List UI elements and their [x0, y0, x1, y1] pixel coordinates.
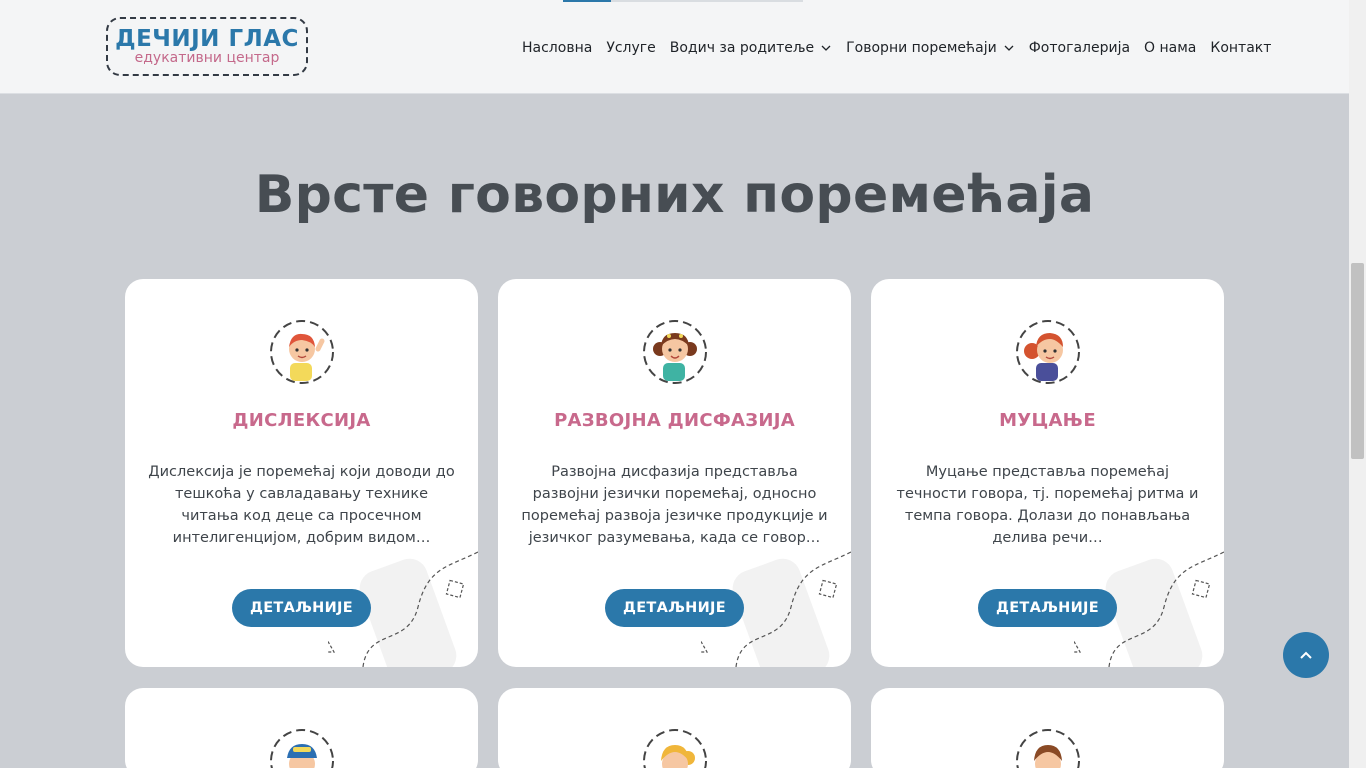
- scrollbar-thumb[interactable]: [1351, 263, 1364, 459]
- chevron-down-icon: [820, 42, 832, 54]
- girl-curly-icon: [642, 319, 708, 385]
- nav-contact[interactable]: Контакт: [1210, 38, 1271, 58]
- nav-services-label: Услуге: [606, 40, 656, 56]
- logo-subtitle: едукативни центар: [134, 50, 280, 66]
- details-button[interactable]: ДЕТАЉНИЈЕ: [232, 589, 371, 627]
- main-nav: Насловна Услуге Водич за родитеље Говорн…: [522, 38, 1271, 58]
- girl-blonde-icon: [642, 728, 708, 768]
- scroll-progress: [563, 0, 803, 2]
- boy-waving-icon: [269, 319, 335, 385]
- nav-home-label: Насловна: [522, 40, 593, 56]
- card-stuttering: МУЦАЊЕ Муцање представља поремећај течно…: [871, 279, 1224, 667]
- card-title: ДИСЛЕКСИЈА: [232, 410, 371, 431]
- card-title: МУЦАЊЕ: [999, 410, 1096, 431]
- nav-contact-label: Контакт: [1210, 40, 1272, 56]
- card-partial: [871, 688, 1224, 768]
- card-developmental-dysphasia: РАЗВОЈНА ДИСФАЗИЈА Развојна дисфазија пр…: [498, 279, 851, 667]
- nav-parents-guide[interactable]: Водич за родитеље: [670, 38, 832, 58]
- card-excerpt: Развојна дисфазија представља развојни ј…: [521, 464, 828, 546]
- card-excerpt: Дислексија је поремећај који доводи до т…: [148, 464, 455, 546]
- nav-gallery-label: Фотогалерија: [1028, 40, 1131, 56]
- nav-speech-disorders-label: Говорни поремећаји: [846, 40, 997, 56]
- nav-parents-guide-label: Водич за родитеље: [669, 40, 815, 56]
- boy-brown-hair-icon: [1015, 728, 1081, 768]
- nav-about[interactable]: О нама: [1144, 38, 1196, 58]
- nav-gallery[interactable]: Фотогалерија: [1029, 38, 1130, 58]
- girl-ponytail-icon: [1015, 319, 1081, 385]
- chevron-up-icon: [1300, 651, 1312, 659]
- nav-about-label: О нама: [1144, 40, 1197, 56]
- nav-home[interactable]: Насловна: [522, 38, 592, 58]
- card-excerpt: Муцање представља поремећај течности гов…: [896, 464, 1199, 546]
- nav-speech-disorders[interactable]: Говорни поремећаји: [846, 38, 1015, 58]
- card-dyslexia: ДИСЛЕКСИЈА Дислексија је поремећај који …: [125, 279, 478, 667]
- nav-services[interactable]: Услуге: [606, 38, 655, 58]
- logo-title: ДЕЧИЈИ ГЛАС: [115, 26, 299, 52]
- back-to-top-button[interactable]: [1283, 632, 1329, 678]
- card-partial: [125, 688, 478, 768]
- section-title: Врсте говорних поремећаја: [254, 165, 1095, 225]
- card-partial: [498, 688, 851, 768]
- boy-cap-icon: [269, 728, 335, 768]
- details-button[interactable]: ДЕТАЉНИЈЕ: [605, 589, 744, 627]
- site-logo[interactable]: ДЕЧИЈИ ГЛАС едукативни центар: [106, 17, 308, 76]
- chevron-down-icon: [1003, 42, 1015, 54]
- card-title: РАЗВОЈНА ДИСФАЗИЈА: [554, 410, 795, 431]
- details-button[interactable]: ДЕТАЉНИЈЕ: [978, 589, 1117, 627]
- scroll-progress-fill: [563, 0, 611, 2]
- site-header: ДЕЧИЈИ ГЛАС едукативни центар Насловна У…: [0, 0, 1349, 94]
